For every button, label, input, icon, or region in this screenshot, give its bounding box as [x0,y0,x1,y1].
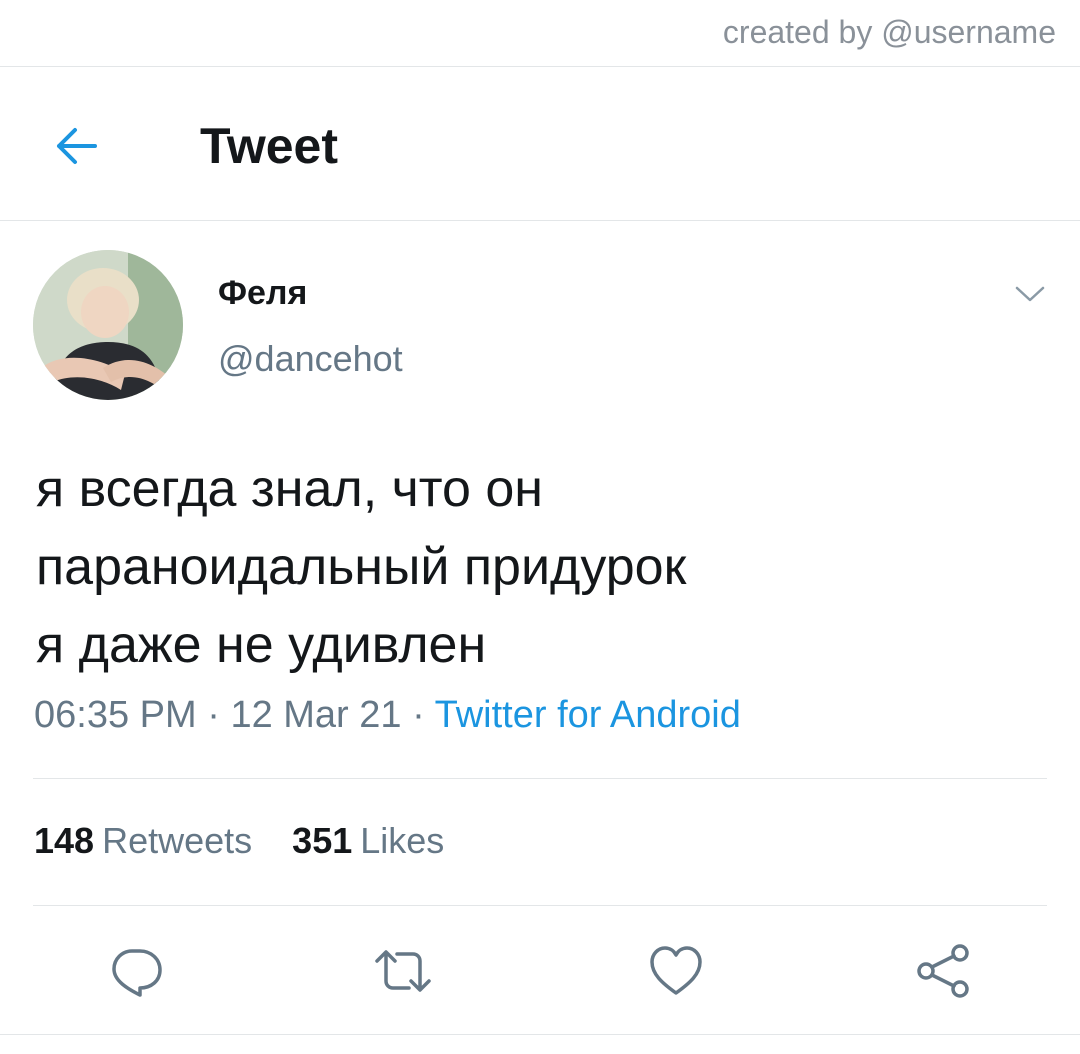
meta-separator: · [207,694,220,736]
watermark-text: created by @username [722,14,1056,50]
like-icon [650,946,702,995]
like-button[interactable] [641,936,711,1006]
display-name[interactable]: Феля [218,274,307,313]
tweet-date: 12 Mar 21 [230,694,402,736]
tweet-line: я даже не удивлен [36,616,487,674]
likes-label: Likes [360,820,445,861]
tweet-line: параноидальный придурок [36,538,687,596]
more-options-button[interactable] [1010,274,1050,314]
tweet-meta: 06:35 PM · 12 Mar 21 · Twitter for Andro… [34,694,741,737]
user-handle[interactable]: @dancehot [218,338,403,380]
tweet-text: я всегда знал, что он параноидальный при… [36,450,1036,684]
reply-icon [112,949,162,997]
header-divider [0,220,1080,221]
top-divider [0,66,1080,67]
stats-divider [33,905,1047,906]
retweets-stat[interactable]: 148 Retweets [34,820,252,862]
chevron-down-icon [1015,286,1045,302]
retweets-label: Retweets [102,820,253,861]
bottom-divider [0,1034,1080,1035]
retweets-count: 148 [34,820,95,861]
tweet-line: я всегда знал, что он [36,460,543,518]
retweet-icon [375,950,431,992]
top-bar: Tweet [0,68,1080,220]
retweet-button[interactable] [368,936,438,1006]
back-button[interactable] [48,118,104,174]
reply-button[interactable] [101,936,171,1006]
meta-divider [33,778,1047,779]
tweet-source-link[interactable]: Twitter for Android [435,694,741,736]
share-button[interactable] [909,936,979,1006]
tweet-time: 06:35 PM [34,694,197,736]
likes-stat[interactable]: 351 Likes [292,820,444,862]
meta-separator: · [412,694,425,736]
arrow-left-icon [57,128,97,164]
tweet-stats: 148 Retweets 351 Likes [34,820,474,862]
action-bar [0,936,1080,1006]
avatar-photo [33,250,183,400]
page-title: Tweet [200,118,338,174]
likes-count: 351 [292,820,353,861]
share-icon [917,944,969,998]
avatar[interactable] [33,250,183,400]
